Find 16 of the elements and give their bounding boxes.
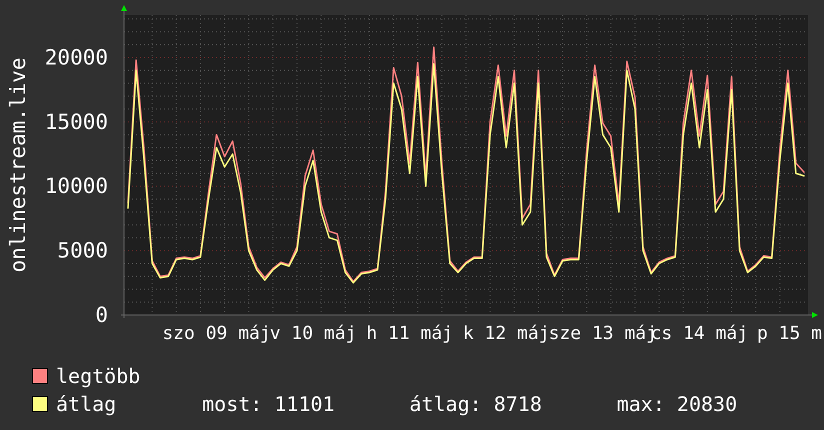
y-tick-label: 0: [95, 303, 108, 327]
y-tick-label: 20000: [44, 46, 108, 70]
x-tick-label: szo 09 máj: [162, 323, 271, 344]
stat-value: átlag: 8718: [409, 392, 543, 416]
stat-value: most: 11101: [202, 392, 336, 416]
stat-value: max: 20830: [616, 392, 738, 416]
legend-label: átlag: [56, 392, 118, 416]
legend-label: legtöbb: [56, 364, 142, 388]
x-tick-label: p 15 m: [756, 323, 822, 344]
x-tick-label: k 12 máj: [462, 323, 550, 344]
x-tick-label: v 10 máj: [270, 323, 356, 344]
y-tick-label: 5000: [57, 238, 108, 263]
y-tick-label: 15000: [44, 110, 108, 134]
x-tick-label: h 11 máj: [366, 323, 454, 344]
y-tick-label: 10000: [44, 174, 108, 198]
y-axis-title: onlinestream.live: [6, 58, 30, 272]
